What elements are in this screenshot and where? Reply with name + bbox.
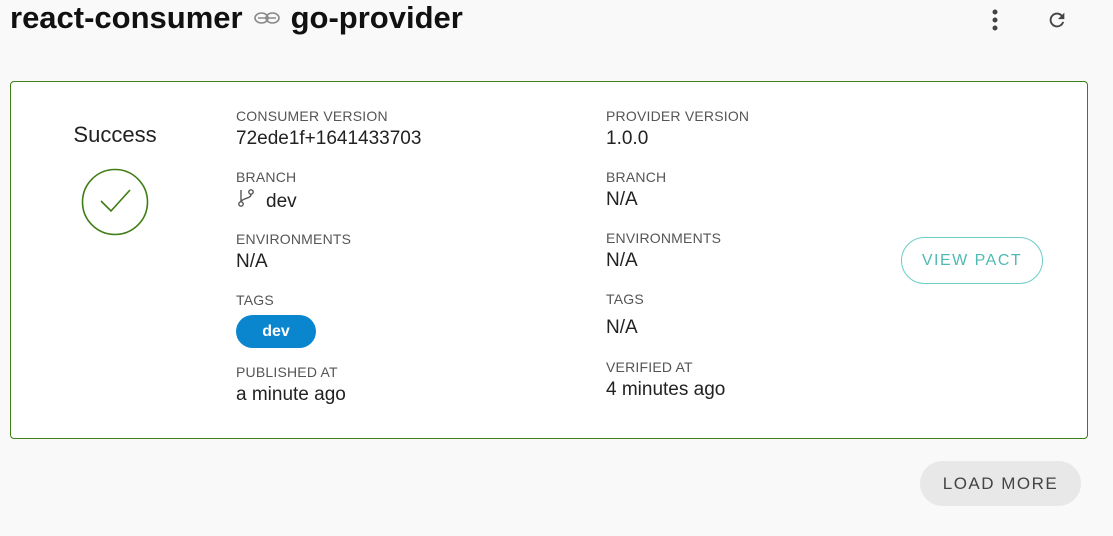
consumer-name: react-consumer [10,0,243,35]
provider-version-label: PROVIDER VERSION [606,108,750,124]
provider-tags-value: N/A [606,317,638,338]
published-at-label: PUBLISHED AT [236,364,338,380]
consumer-tags-field: TAGS dev [236,292,316,348]
consumer-branch-label: BRANCH [236,169,297,185]
consumer-environments-label: ENVIRONMENTS [236,231,352,247]
provider-environments-value: N/A [606,250,638,271]
consumer-published-field: PUBLISHED AT a minute ago [236,364,346,407]
provider-version-field: PROVIDER VERSION 1.0.0 [606,108,749,151]
consumer-version-label: CONSUMER VERSION [236,108,388,124]
published-at-value: a minute ago [236,384,346,405]
provider-environments-field: ENVIRONMENTS N/A [606,230,721,273]
provider-branch-label: BRANCH [606,169,667,185]
consumer-version-field: CONSUMER VERSION 72ede1f+1641433703 [236,108,421,151]
consumer-environments-value: N/A [236,251,268,272]
load-more-button[interactable]: LOAD MORE [920,461,1081,506]
view-pact-button[interactable]: VIEW PACT [901,237,1043,284]
provider-name: go-provider [290,0,463,35]
provider-branch-field: BRANCH N/A [606,169,666,212]
provider-environments-label: ENVIRONMENTS [606,230,722,246]
verified-at-label: VERIFIED AT [606,359,693,375]
consumer-branch-field: BRANCH dev [236,169,297,215]
refresh-icon[interactable] [1041,4,1073,36]
consumer-tags-label: TAGS [236,292,274,308]
provider-tags-field: TAGS N/A [606,291,644,340]
check-circle-icon [81,168,149,236]
verification-status: Success [60,122,170,236]
status-text: Success [73,122,157,147]
infinity-link-icon [253,11,281,25]
provider-branch-value: N/A [606,189,638,210]
provider-verified-field: VERIFIED AT 4 minutes ago [606,359,725,402]
tag-chip[interactable]: dev [236,315,316,348]
page-header: react-consumer go-provider [10,0,463,36]
provider-tags-label: TAGS [606,291,644,307]
provider-version-value: 1.0.0 [606,128,649,149]
consumer-branch-value: dev [266,190,297,212]
consumer-environments-field: ENVIRONMENTS N/A [236,231,351,274]
verified-at-value: 4 minutes ago [606,379,726,400]
consumer-version-value: 72ede1f+1641433703 [236,128,422,149]
header-actions [979,4,1073,36]
git-branch-icon [236,188,256,215]
more-vertical-icon[interactable] [979,4,1011,36]
